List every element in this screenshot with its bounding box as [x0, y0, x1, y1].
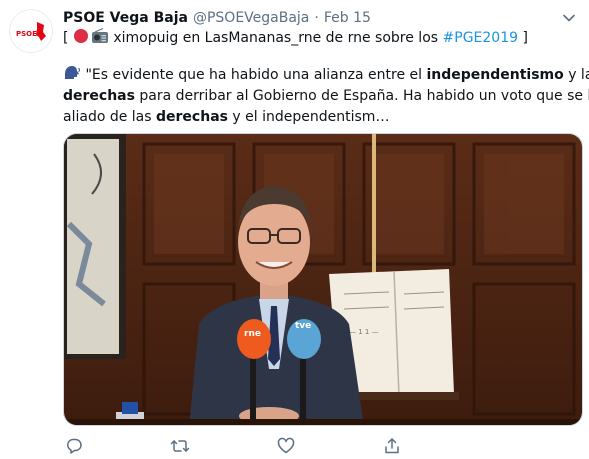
tweet-text-bold: independentismo	[426, 67, 564, 83]
bracket-open: [	[63, 30, 73, 46]
red-circle-emoji-icon	[73, 28, 89, 51]
separator-dot: ·	[314, 10, 319, 26]
tweet-text-line-2: "Es evidente que ha habido una alianza e…	[63, 65, 589, 88]
mic-right-label: tve	[295, 321, 311, 331]
chevron-down-icon[interactable]	[561, 10, 577, 26]
bracket-close: ]	[518, 30, 528, 46]
like-icon[interactable]	[275, 435, 297, 457]
author-name[interactable]: PSOE Vega Baja	[63, 10, 188, 26]
tweet-text-line-4: aliado de las derechas y el independenti…	[63, 107, 583, 128]
hashtag-link[interactable]: #PGE2019	[443, 30, 519, 46]
tweet-text-segment: y las	[568, 67, 589, 83]
mic-left-label: rne	[244, 329, 261, 339]
retweet-icon[interactable]	[169, 435, 191, 457]
tweet-header: PSOE Vega Baja @PSOEVegaBaja · Feb 15	[63, 7, 577, 29]
tweet-date[interactable]: Feb 15	[324, 10, 371, 26]
tweet-text-segment: para derribar al Gobierno de España. Ha …	[134, 88, 589, 104]
tweet-text-user: ximopuig en LasMananas_rne de rne sobre …	[108, 30, 443, 46]
avatar-logo-text: PSOE	[16, 30, 37, 38]
tweet-text-bold: derechas	[156, 109, 228, 125]
reply-icon[interactable]	[63, 435, 85, 457]
tweet-media-photo[interactable]: — 1 1 — rne tve	[63, 133, 583, 426]
radio-emoji-icon	[91, 27, 109, 51]
tweet-text: [ ximopuig en LasMananas_rne de rne sobr…	[63, 27, 589, 128]
tweet-text-line-1: [ ximopuig en LasMananas_rne de rne sobr…	[63, 27, 583, 51]
tweet-actions	[63, 435, 403, 457]
tweet-text-segment: aliado de las	[63, 109, 157, 125]
speaking-head-emoji-icon	[63, 65, 81, 88]
tweet-text-line-3: derechas para derribar al Gobierno de Es…	[63, 86, 589, 107]
tweet-text-segment: "Es evidente que ha habido una alianza e…	[81, 67, 427, 83]
book-scribble: — 1 1 —	[349, 328, 379, 336]
tweet-text-segment: y el independentism…	[227, 109, 390, 125]
avatar[interactable]: PSOE	[9, 9, 53, 53]
tweet-text-bold: derechas	[63, 88, 135, 104]
share-icon[interactable]	[381, 435, 403, 457]
author-handle[interactable]: @PSOEVegaBaja	[193, 10, 309, 26]
